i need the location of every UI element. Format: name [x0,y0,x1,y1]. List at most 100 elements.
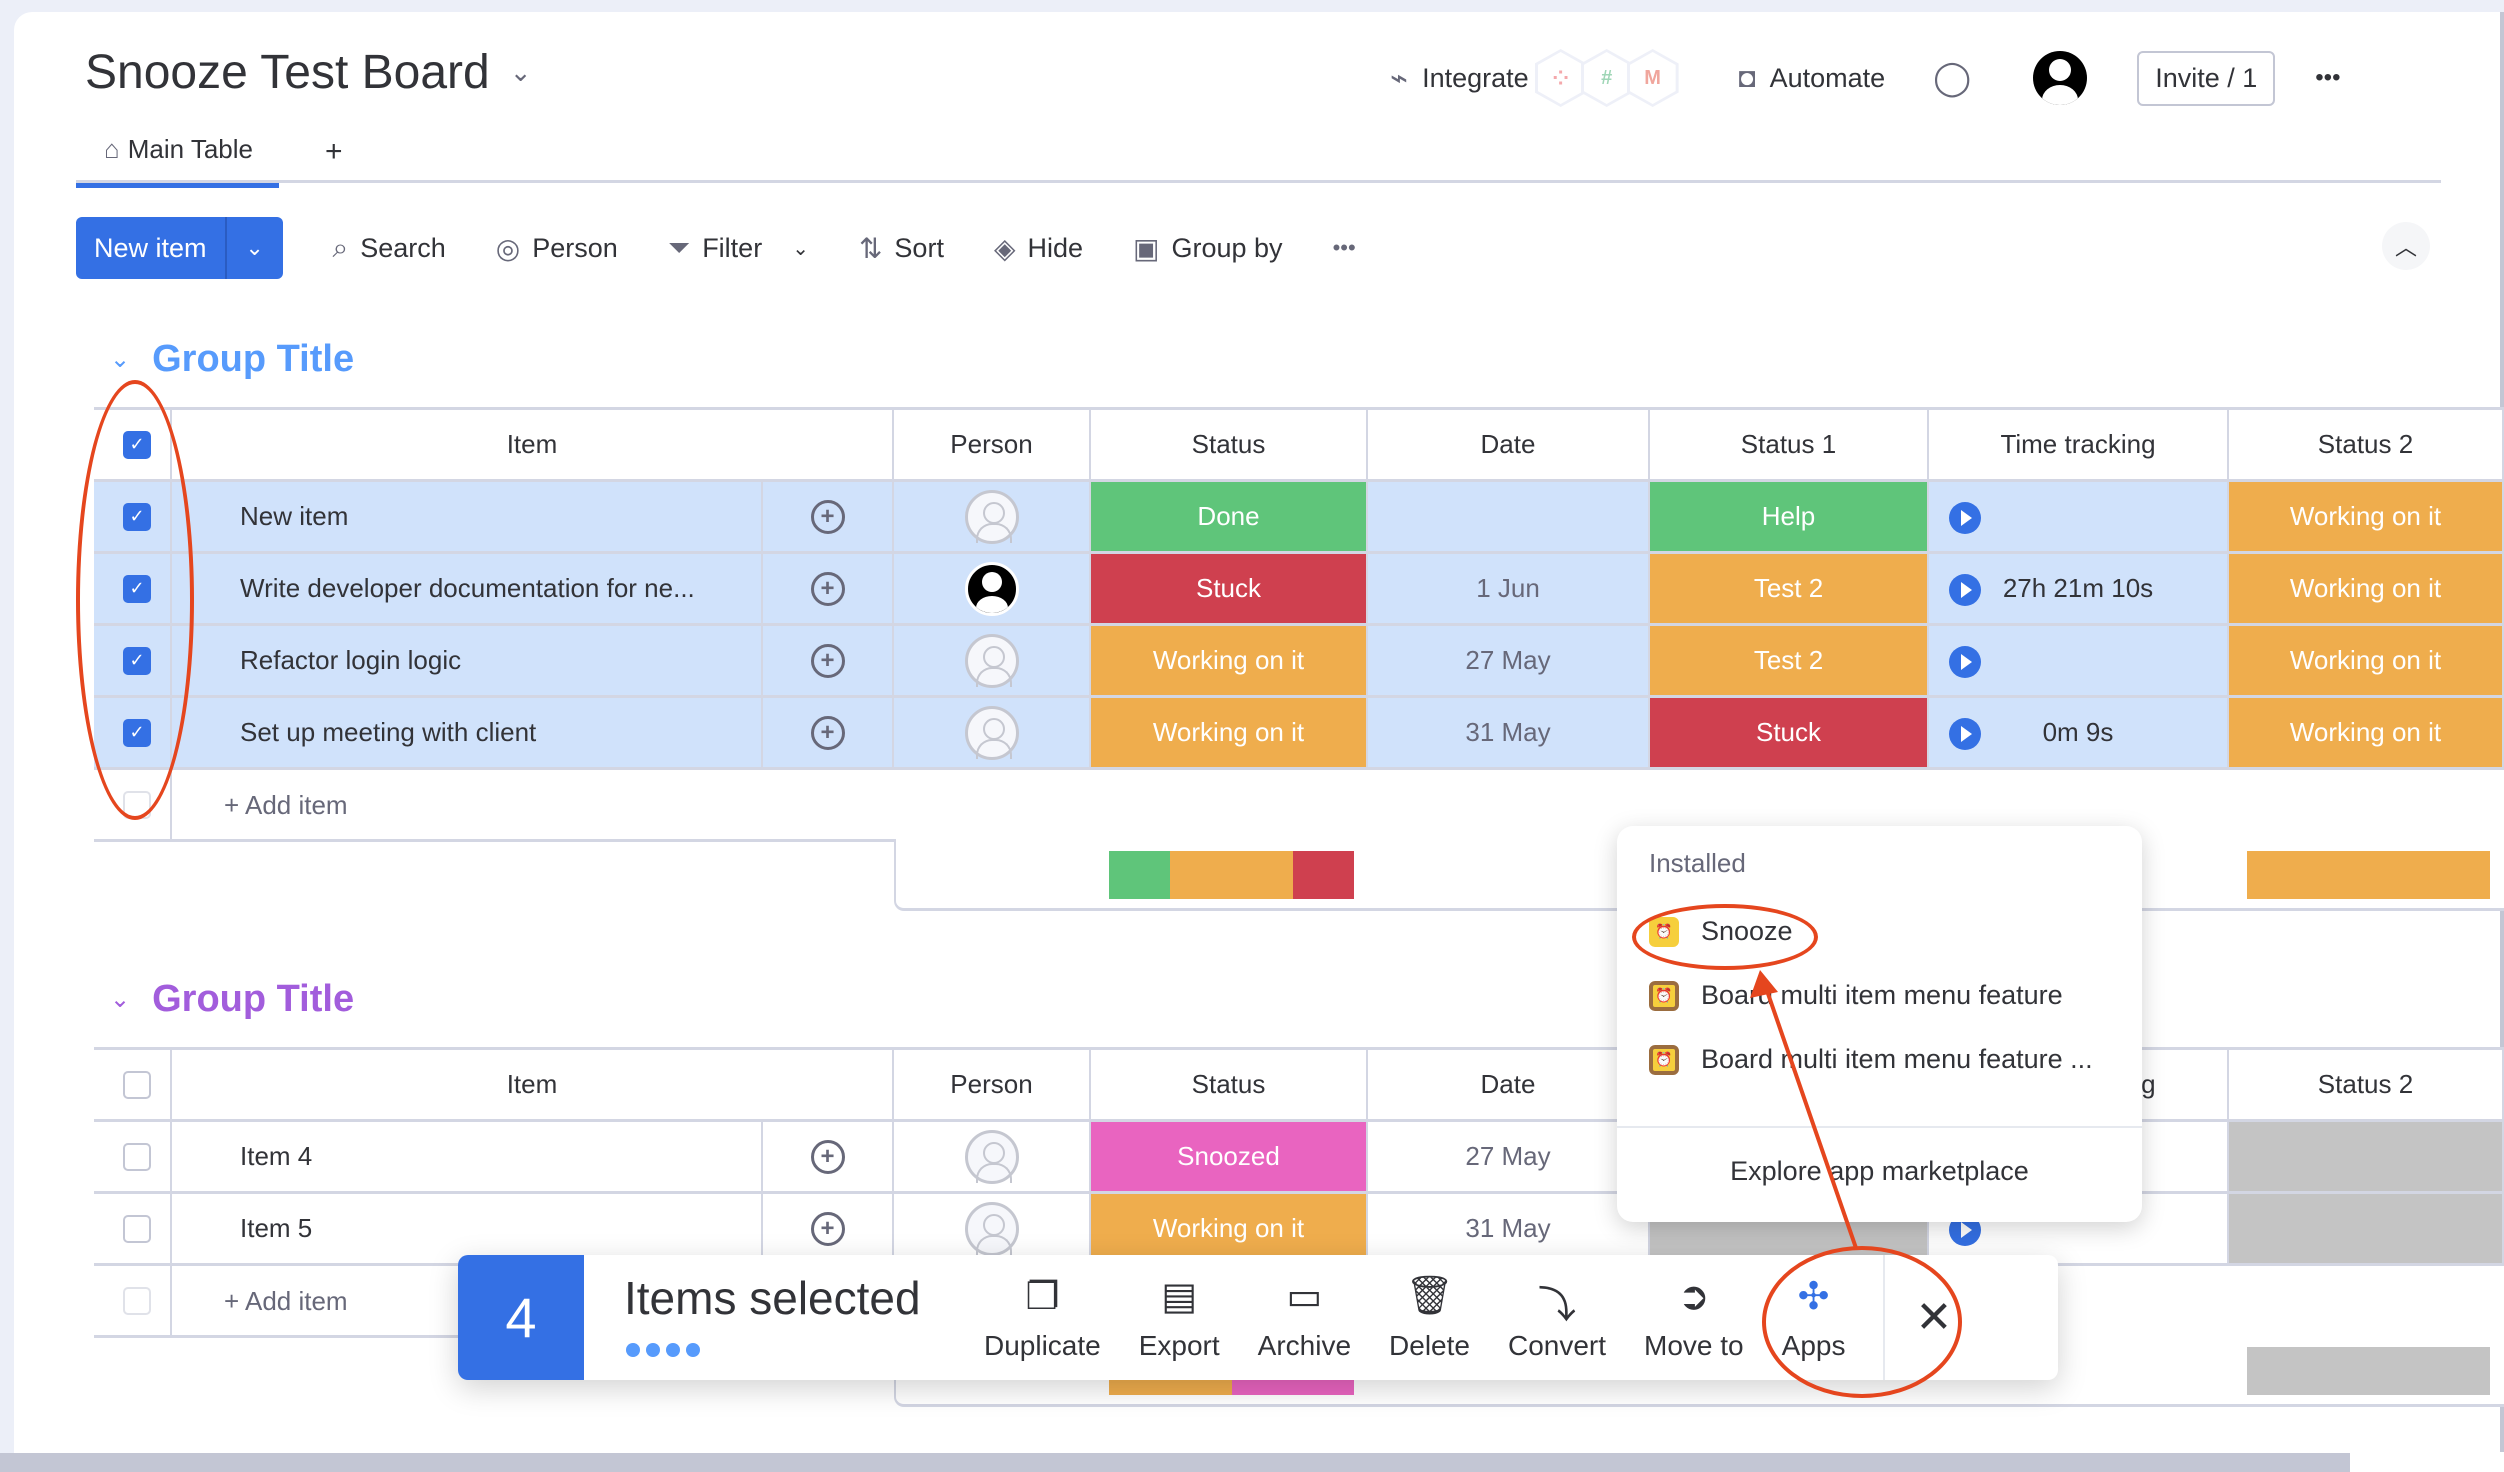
status1-cell[interactable]: Test 2 [1650,554,1929,623]
item-name-cell[interactable]: Write developer documentation for ne... [172,554,763,623]
person-avatar-icon[interactable] [964,1201,1019,1256]
add-item-row[interactable]: + Add item [94,770,2504,842]
horizontal-scrollbar[interactable] [0,1453,2350,1472]
person-avatar-icon[interactable] [964,705,1019,760]
integrate-button[interactable]: ⌁ Integrate [1390,61,1529,96]
item-name[interactable]: Item 5 [240,1213,312,1244]
person-cell[interactable] [894,626,1091,695]
row-checkbox[interactable]: ✓ [123,574,151,603]
column-header[interactable]: Item [172,1050,894,1119]
board-title[interactable]: Snooze Test Board ⌄ [85,45,532,100]
explore-marketplace-link[interactable]: Explore app marketplace [1617,1156,2142,1187]
add-item-input[interactable]: + Add item [224,790,348,821]
person-cell[interactable] [894,554,1091,623]
chevron-down-icon[interactable]: ⌄ [227,235,283,261]
group-title-text[interactable]: Group Title [152,978,354,1021]
duplicate-button[interactable]: ❐ Duplicate [984,1274,1101,1362]
status1-cell[interactable]: Help [1650,482,1929,551]
item-name-cell[interactable]: Set up meeting with client [172,698,763,767]
menu-item-board-multi-item-2[interactable]: ⏰ Board multi item menu feature ... [1649,1044,2093,1075]
menu-item-board-multi-item[interactable]: ⏰ Board multi item menu feature [1649,980,2063,1011]
item-updates-cell[interactable]: + [763,1122,894,1191]
convert-button[interactable]: ⤵ Convert [1508,1274,1606,1362]
archive-button[interactable]: ▭ Archive [1258,1274,1351,1362]
status-cell[interactable]: Working on it [1091,1194,1368,1263]
status-cell[interactable]: Snoozed [1091,1122,1368,1191]
column-header[interactable]: Person [894,410,1091,479]
play-timer-icon[interactable] [1949,502,1981,534]
chevron-down-icon[interactable]: ⌄ [510,57,532,88]
new-item-label[interactable]: New item [76,217,227,279]
person-avatar-icon[interactable] [964,489,1019,544]
row-checkbox[interactable]: ✓ [123,502,151,531]
date-cell[interactable]: 27 May [1368,626,1650,695]
time-tracking-cell[interactable] [1929,482,2229,551]
add-update-icon[interactable]: + [810,643,845,678]
table-row[interactable]: ✓ New item + Done Help Working on it [94,482,2504,554]
row-checkbox[interactable]: ✓ [123,718,151,747]
time-tracking-cell[interactable] [1929,626,2229,695]
row-checkbox[interactable] [123,1214,151,1243]
select-all-checkbox[interactable]: ✓ [123,430,151,459]
time-tracking-cell[interactable]: 27h 21m 10s [1929,554,2229,623]
row-checkbox[interactable]: ✓ [123,646,151,675]
item-name[interactable]: Refactor login logic [240,645,461,676]
sort-button[interactable]: ⇅ Sort [859,232,944,265]
updates-chat-icon[interactable]: ◯ [1933,58,1971,98]
invite-button[interactable]: Invite / 1 [2137,50,2276,106]
close-icon[interactable]: ✕ [1915,1292,1952,1343]
person-filter-button[interactable]: ◎ Person [496,232,618,265]
status2-cell[interactable] [2229,1122,2504,1191]
person-cell[interactable] [894,482,1091,551]
column-header[interactable]: Status 2 [2229,1050,2504,1119]
person-avatar-icon[interactable] [964,561,1019,616]
delete-button[interactable]: 🗑 Delete [1389,1274,1470,1362]
person-cell[interactable] [894,698,1091,767]
item-name[interactable]: New item [240,501,348,532]
status-summary-bar[interactable] [1109,851,1354,899]
play-timer-icon[interactable] [1949,646,1981,678]
status2-cell[interactable]: Working on it [2229,482,2504,551]
item-updates-cell[interactable]: + [763,626,894,695]
column-header[interactable]: Person [894,1050,1091,1119]
user-avatar[interactable] [2033,51,2088,105]
add-update-icon[interactable]: + [810,571,845,606]
item-name[interactable]: Item 4 [240,1141,312,1172]
new-item-button[interactable]: New item ⌄ [76,217,283,279]
column-header[interactable]: Status 1 [1650,410,1929,479]
time-tracking-cell[interactable]: 0m 9s [1929,698,2229,767]
date-cell[interactable]: 1 Jun [1368,554,1650,623]
hide-button[interactable]: ◈ Hide [994,232,1083,265]
status2-cell[interactable]: Working on it [2229,554,2504,623]
more-options-icon[interactable]: ••• [2315,64,2340,92]
automate-button[interactable]: ◘ Automate [1739,62,1886,94]
group-1-title[interactable]: ⌄ Group Title [110,338,354,381]
item-name-cell[interactable]: Item 5 [172,1194,763,1263]
menu-item-snooze[interactable]: ⏰ Snooze [1649,916,1793,947]
column-header[interactable]: Item [172,410,894,479]
table-row[interactable]: ✓ Refactor login logic + Working on it 27 Ma… [94,626,2504,698]
item-name[interactable]: Set up meeting with client [240,717,536,748]
date-cell[interactable]: 31 May [1368,698,1650,767]
play-timer-icon[interactable] [1949,574,1981,606]
status2-cell[interactable]: Working on it [2229,626,2504,695]
column-header[interactable]: Date [1368,410,1650,479]
row-checkbox[interactable] [123,1142,151,1171]
chevron-down-icon[interactable]: ⌄ [110,345,130,374]
person-cell[interactable] [894,1122,1091,1191]
add-update-icon[interactable]: + [810,499,845,534]
column-header[interactable]: Time tracking [1929,410,2229,479]
chevron-down-icon[interactable]: ⌄ [110,985,130,1014]
status2-summary-bar[interactable] [2247,851,2490,899]
person-avatar-icon[interactable] [964,633,1019,688]
status2-cell[interactable]: Working on it [2229,698,2504,767]
item-name-cell[interactable]: New item [172,482,763,551]
integration-icons[interactable]: ⁘ # M [1534,49,1679,107]
toolbar-more-button[interactable]: ••• [1333,235,1356,261]
group-title-text[interactable]: Group Title [152,338,354,381]
filter-button[interactable]: ⏷ Filter ⌄ [668,232,809,265]
export-button[interactable]: ▤ Export [1139,1274,1220,1362]
table-row[interactable]: ✓ Set up meeting with client + Working on i… [94,698,2504,770]
column-header[interactable]: Date [1368,1050,1650,1119]
play-timer-icon[interactable] [1949,718,1981,750]
